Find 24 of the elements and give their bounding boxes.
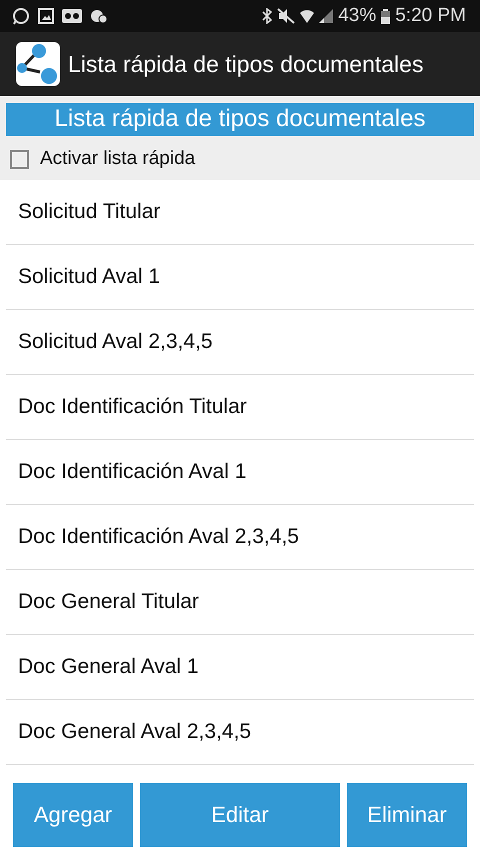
list-item[interactable]: Doc Identificación Aval 1 <box>6 440 474 505</box>
checkbox[interactable] <box>10 150 29 168</box>
list-item[interactable]: Solicitud Aval 2,3,4,5 <box>6 310 474 375</box>
bluetooth-icon <box>262 8 272 24</box>
mute-icon <box>277 8 296 24</box>
voicemail-icon <box>62 9 82 23</box>
battery-icon <box>381 8 390 24</box>
list-item[interactable]: Solicitud Titular <box>6 180 474 245</box>
image-icon <box>38 8 54 24</box>
section-header: Lista rápida de tipos documentales <box>6 103 474 136</box>
notification-icon <box>90 8 108 24</box>
list-item[interactable]: Doc General Aval 2,3,4,5 <box>6 700 474 765</box>
list-item[interactable]: Doc Identificación Aval 2,3,4,5 <box>6 505 474 570</box>
list-item[interactable]: Doc General Titular <box>6 570 474 635</box>
checkbox-label: Activar lista rápida <box>40 148 196 170</box>
list-item[interactable]: Doc Identificación Titular <box>6 375 474 440</box>
list-item[interactable]: Solicitud Aval 1 <box>6 245 474 310</box>
battery-percent: 43% <box>338 5 376 27</box>
list-item[interactable]: Doc General Aval 1 <box>6 635 474 700</box>
wifi-icon <box>300 8 314 24</box>
signal-icon <box>319 9 334 23</box>
app-logo-icon <box>16 42 60 86</box>
clock: 5:20 PM <box>395 5 466 27</box>
app-title: Lista rápida de tipos documentales <box>68 50 424 78</box>
